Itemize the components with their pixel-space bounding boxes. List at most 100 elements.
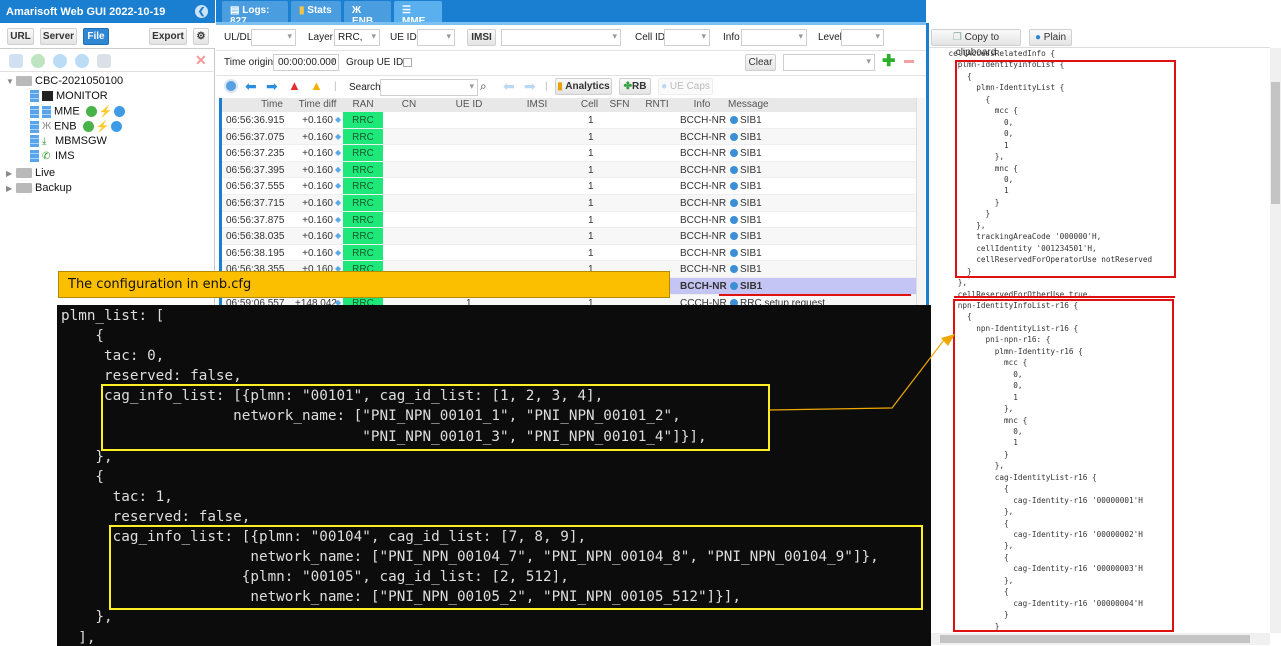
refresh-icon[interactable] — [53, 54, 67, 68]
cell-time-diff: +0.160 — [302, 181, 333, 193]
cell-ran: RRC — [343, 228, 383, 244]
col-time[interactable]: Time — [252, 99, 292, 110]
clock-icon[interactable] — [224, 79, 238, 93]
next-match-icon[interactable]: ➡ — [524, 79, 536, 93]
arrow-right-icon[interactable]: ➡ — [266, 79, 278, 93]
detail-hscroll-thumb[interactable] — [940, 635, 1250, 643]
detail-vscroll-thumb[interactable] — [1271, 82, 1280, 204]
tree-item-enb[interactable]: Ж ENB ⚡ — [30, 120, 123, 135]
prev-match-icon[interactable]: ⬅ — [503, 79, 515, 93]
uldl-select[interactable] — [251, 29, 296, 46]
server-icon — [30, 135, 39, 148]
tree-folder-live[interactable]: ▶ Live — [6, 167, 55, 182]
remove-icon[interactable] — [904, 60, 914, 63]
table-row[interactable]: 06:56:37.715 +0.160 ◆ RRC 1 BCCH-NR SIB1 — [222, 195, 916, 212]
selected-row-underline — [719, 294, 911, 296]
plug-icon[interactable] — [97, 54, 111, 68]
table-row[interactable]: 06:56:37.075 +0.160 ◆ RRC 1 BCCH-NR SIB1 — [222, 128, 916, 146]
search-label: Search — [349, 82, 381, 93]
info-select[interactable] — [741, 29, 807, 46]
divider — [216, 75, 926, 76]
cell-time: 06:56:37.715 — [226, 198, 285, 209]
col-sfn[interactable]: SFN — [607, 99, 632, 110]
table-row[interactable]: 06:56:38.035 +0.160 ◆ RRC 1 BCCH-NR SIB1 — [222, 228, 916, 245]
expand-icon[interactable]: ▼ — [6, 77, 16, 86]
cellid-select[interactable] — [664, 29, 710, 46]
export-button[interactable]: Export — [149, 28, 187, 45]
level-select[interactable] — [841, 29, 884, 46]
col-message[interactable]: Message — [728, 99, 769, 110]
antenna-icon: Ж — [352, 5, 362, 16]
delete-icon[interactable]: ✕ — [195, 53, 209, 68]
tab-mme[interactable]: ☰ MME — [394, 1, 442, 27]
file-button[interactable]: File — [83, 28, 109, 45]
ue-caps-button[interactable]: ● UE Caps — [658, 78, 713, 95]
cell-cell: 1 — [588, 148, 594, 160]
add-icon[interactable]: ✚ — [882, 54, 896, 70]
copy-to-clipboard-button[interactable]: ❐ Copy to clipboard — [931, 29, 1021, 58]
col-ueid[interactable]: UE ID — [444, 99, 494, 110]
uldl-label: UL/DL — [224, 32, 253, 43]
cell-info: BCCH-NR — [680, 264, 727, 276]
analytics-button[interactable]: ▮ Analytics — [555, 78, 612, 95]
tab-logs[interactable]: ▤ Logs: 827 — [222, 1, 288, 27]
tree-root[interactable]: ▼ CBC-2021050100 — [6, 75, 123, 90]
expand-icon[interactable]: ▶ — [6, 169, 16, 178]
tree-item-monitor[interactable]: MONITOR — [30, 90, 108, 105]
col-info[interactable]: Info — [682, 99, 722, 110]
col-rnti[interactable]: RNTI — [642, 99, 672, 110]
tab-stats[interactable]: ▮ Stats — [291, 1, 341, 22]
collapse-panel-button[interactable]: ❮ — [195, 5, 208, 18]
cell-info: BCCH-NR — [680, 214, 727, 226]
arrow-left-icon[interactable]: ⬅ — [245, 79, 257, 93]
table-row[interactable]: 06:56:36.915 +0.160 ◆ RRC 1 BCCH-NR SIB1 — [222, 112, 916, 129]
table-row[interactable]: 06:56:37.235 +0.160 ◆ RRC 1 BCCH-NR SIB1 — [222, 145, 916, 162]
cell-info: BCCH-NR — [680, 164, 727, 176]
tree-item-mbmsgw[interactable]: ⤓ MBMSGW — [30, 135, 107, 150]
clear-button[interactable]: Clear — [745, 54, 776, 71]
url-button[interactable]: URL — [7, 28, 34, 45]
filter-preset-select[interactable] — [783, 54, 875, 71]
tab-enb[interactable]: Ж ENB — [344, 1, 391, 27]
rb-button[interactable]: ✤RB — [619, 78, 651, 95]
server-button[interactable]: Server — [40, 28, 77, 45]
warning-icon[interactable]: ▲ — [310, 79, 323, 93]
wrench-icon[interactable] — [9, 54, 23, 68]
cell-info: BCCH-NR — [680, 247, 727, 259]
tree-item-ims[interactable]: ✆ IMS — [30, 150, 75, 165]
error-icon[interactable]: ▲ — [288, 79, 301, 93]
settings-icon[interactable]: ⚙ — [193, 28, 209, 45]
table-row[interactable]: 06:56:37.875 +0.160 ◆ RRC 1 BCCH-NR SIB1 — [222, 211, 916, 229]
cell-ran: RRC — [343, 195, 383, 211]
imsi-button[interactable]: IMSI — [467, 29, 496, 46]
expand-icon[interactable]: ▶ — [6, 184, 16, 193]
col-cn[interactable]: CN — [389, 99, 429, 110]
col-time-diff[interactable]: Time diff — [295, 99, 340, 110]
cell-message: SIB1 — [730, 198, 762, 209]
table-scrollbar[interactable] — [916, 98, 925, 310]
table-row[interactable]: 06:56:37.555 +0.160 ◆ RRC 1 BCCH-NR SIB1 — [222, 178, 916, 195]
imsi-select[interactable] — [501, 29, 621, 46]
plmn-identity-highlight-box — [955, 60, 1176, 278]
col-cell[interactable]: Cell — [577, 99, 602, 110]
plain-button[interactable]: ● Plain — [1029, 29, 1072, 46]
binoculars-icon[interactable]: ⌕ — [480, 79, 487, 93]
tree-item-mme[interactable]: MME ⚡ — [30, 105, 126, 120]
table-row[interactable]: 06:56:37.395 +0.160 ◆ RRC 1 BCCH-NR SIB1 — [222, 161, 916, 179]
play-icon[interactable] — [111, 121, 123, 132]
play-icon[interactable] — [114, 106, 126, 117]
time-origin-input[interactable]: 00:00:00.000 — [273, 54, 339, 71]
layer-select[interactable]: RRC, — [334, 29, 380, 46]
col-ran[interactable]: RAN — [343, 99, 383, 110]
bolt-icon: ⚡ — [98, 106, 113, 118]
play-icon[interactable] — [75, 54, 89, 68]
ueid-select[interactable] — [417, 29, 455, 46]
cell-time-diff: +0.160 — [302, 214, 333, 226]
tree-folder-backup[interactable]: ▶ Backup — [6, 182, 72, 197]
arrow-icon: ◆ — [335, 247, 342, 257]
group-ueid-checkbox[interactable] — [403, 58, 412, 67]
check-icon[interactable] — [31, 54, 45, 68]
table-row[interactable]: 06:56:38.195 +0.160 ◆ RRC 1 BCCH-NR SIB1 — [222, 244, 916, 262]
search-input[interactable] — [380, 79, 478, 96]
col-imsi[interactable]: IMSI — [512, 99, 562, 110]
